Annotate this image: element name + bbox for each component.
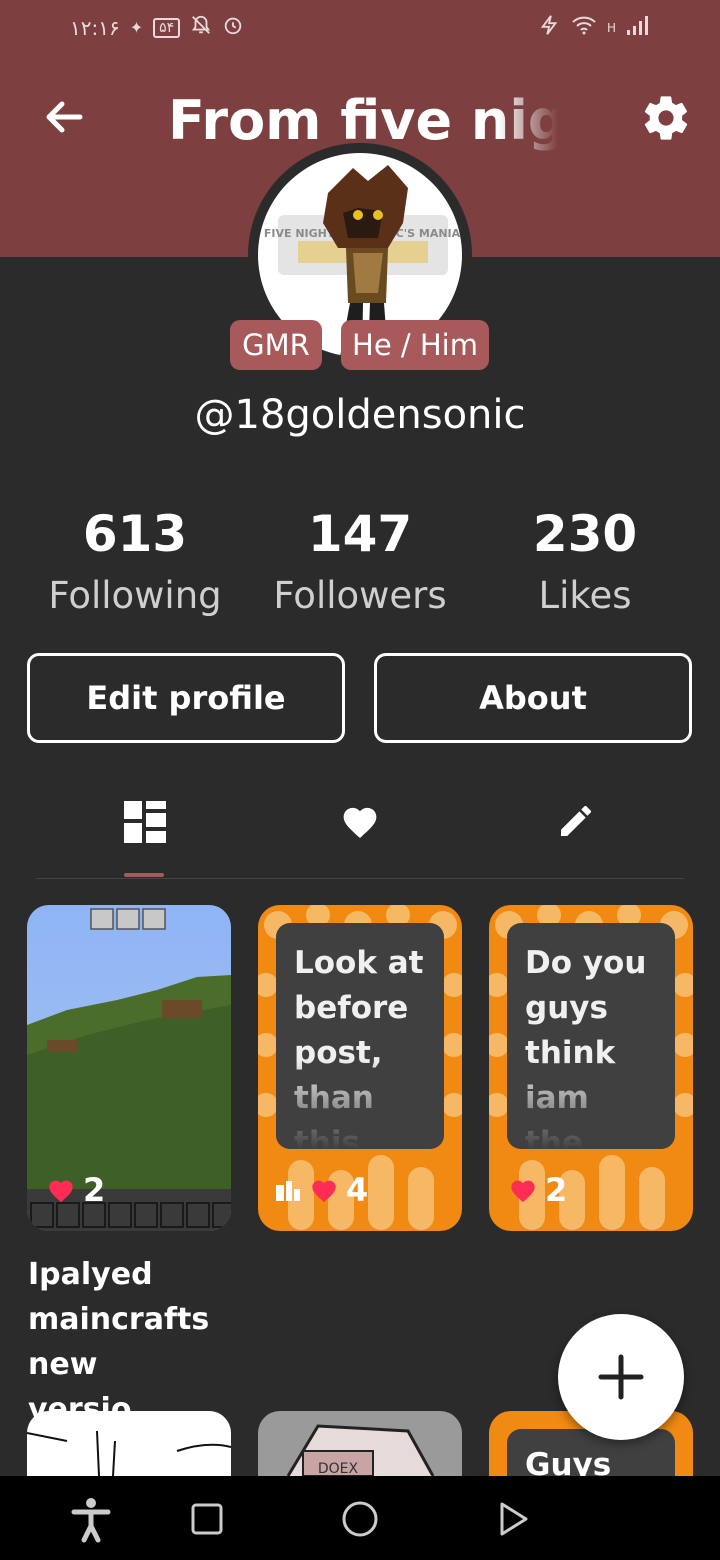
username-handle: @18goldensonic xyxy=(194,392,526,438)
post-2-likes: 4 xyxy=(274,1171,368,1209)
system-nav-bar xyxy=(0,1476,720,1560)
post-3-like-count: 2 xyxy=(545,1171,568,1209)
drawing-thumbnail: DOEX xyxy=(286,1424,435,1476)
network-type: H xyxy=(606,20,616,35)
pencil-icon xyxy=(561,805,591,836)
alarm-icon xyxy=(222,14,244,41)
post-card-4[interactable] xyxy=(27,1411,231,1476)
edit-profile-button[interactable]: Edit profile xyxy=(27,653,345,743)
post-1-caption[interactable]: Ipalyed maincrafts new versio... xyxy=(28,1252,238,1432)
status-time: ۱۲:۱۶ xyxy=(70,15,120,40)
post-1-likes: 2 xyxy=(47,1171,105,1209)
accessibility-icon xyxy=(71,1498,111,1543)
back-button[interactable] xyxy=(40,92,90,142)
sketch-text: DOEX xyxy=(318,1461,359,1476)
home-icon xyxy=(342,1501,378,1537)
post-card-5[interactable]: DOEX xyxy=(258,1411,462,1476)
flash-icon xyxy=(539,14,561,41)
heart-icon xyxy=(312,1180,336,1203)
tab-drafts[interactable] xyxy=(468,795,684,879)
mute-icon xyxy=(190,14,212,41)
heart-icon xyxy=(511,1180,535,1203)
followers-label: Followers xyxy=(273,574,447,617)
post-card-3[interactable]: Do you guys think iam the creepiest 2 xyxy=(489,905,693,1231)
multi-image-icon xyxy=(276,1181,300,1201)
post-3-likes: 2 xyxy=(509,1171,567,1209)
home-button[interactable] xyxy=(335,1494,385,1544)
heart-icon xyxy=(49,1180,73,1203)
signal-icon xyxy=(626,14,650,41)
likes-label: Likes xyxy=(538,574,632,617)
post-2-text: Look at before post, than this xyxy=(276,923,444,1149)
recents-button[interactable] xyxy=(182,1494,232,1544)
usb-icon: ✦ xyxy=(129,18,144,37)
plus-icon xyxy=(598,1354,644,1400)
post-2-like-count: 4 xyxy=(346,1171,369,1209)
active-tab-indicator xyxy=(124,873,164,877)
post-3-text: Do you guys think iam the creepiest xyxy=(507,923,675,1149)
create-post-button[interactable] xyxy=(558,1314,684,1440)
back-triangle-icon xyxy=(500,1502,528,1536)
stat-following[interactable]: 613 Following xyxy=(35,502,235,626)
followers-count: 147 xyxy=(307,505,413,563)
stat-followers[interactable]: 147 Followers xyxy=(260,502,460,626)
post-1-like-count: 2 xyxy=(83,1171,106,1209)
profile-tabs xyxy=(36,795,684,879)
likes-count: 230 xyxy=(532,505,638,563)
about-button[interactable]: About xyxy=(374,653,692,743)
back-arrow-icon xyxy=(46,101,83,133)
stat-likes[interactable]: 230 Likes xyxy=(485,502,685,626)
posts-grid-icon xyxy=(124,801,166,843)
wifi-icon xyxy=(571,14,597,41)
gear-icon xyxy=(644,96,688,140)
recents-icon xyxy=(191,1503,223,1535)
tag-pronouns: He / Him xyxy=(341,320,489,370)
tag-gmr: GMR xyxy=(230,320,322,370)
following-count: 613 xyxy=(82,505,188,563)
settings-button[interactable] xyxy=(640,92,692,144)
status-bar: ۱۲:۱۶ ✦ ۵۴ H xyxy=(0,0,720,56)
accessibility-button[interactable] xyxy=(66,1494,116,1544)
sketch-thumbnail xyxy=(27,1430,231,1476)
heart-icon xyxy=(343,807,377,839)
post-card-2[interactable]: Look at before post, than this 4 xyxy=(258,905,462,1231)
battery-indicator: ۵۴ xyxy=(153,17,181,38)
tab-liked[interactable] xyxy=(252,795,468,879)
tab-posts[interactable] xyxy=(36,795,252,879)
back-nav-button[interactable] xyxy=(488,1494,538,1544)
post-card-1[interactable]: 2 xyxy=(27,905,231,1231)
following-label: Following xyxy=(48,574,222,617)
